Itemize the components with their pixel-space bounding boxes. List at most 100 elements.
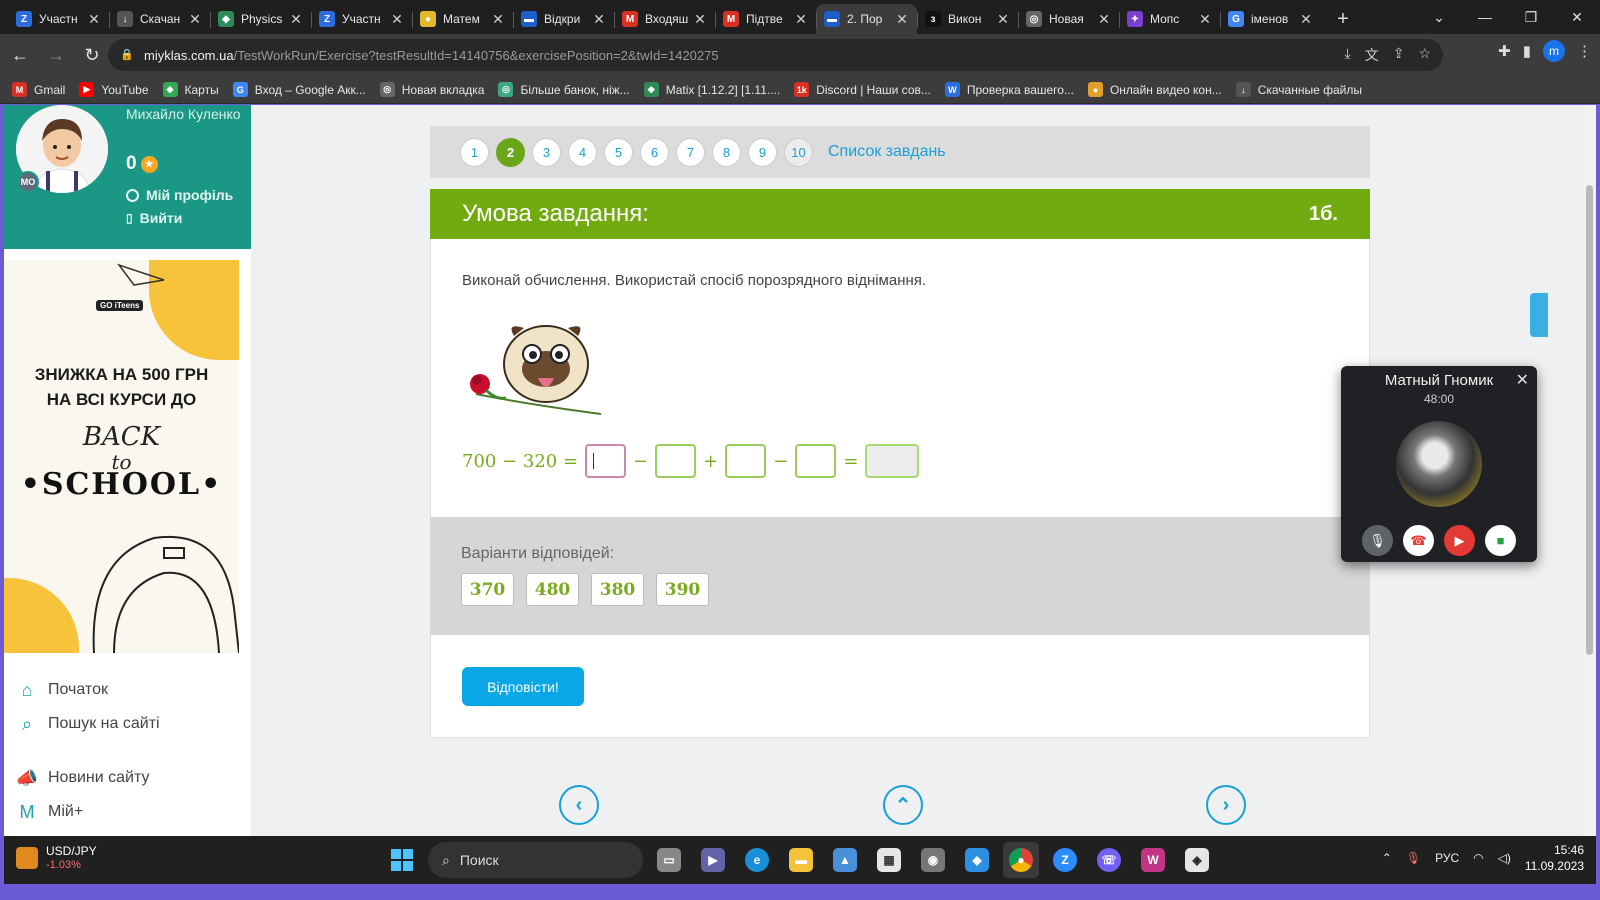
bookmark-item[interactable]: ▶ YouTube — [79, 82, 149, 97]
taskbar-search[interactable]: ⌕ Поиск — [428, 842, 643, 878]
browser-tab[interactable]: з Викон ✕ — [917, 4, 1018, 34]
feedback-side-tab[interactable] — [1530, 293, 1548, 337]
profile-avatar[interactable]: m — [1543, 40, 1565, 62]
share-icon[interactable]: ⇪ — [1393, 45, 1405, 65]
sidenav-item[interactable]: ⌂ Початок — [16, 673, 160, 707]
tab-search-icon[interactable]: ⌄ — [1416, 0, 1462, 34]
browser-tab[interactable]: ✦ Мопс ✕ — [1119, 4, 1220, 34]
browser-tab[interactable]: ● Матем ✕ — [412, 4, 513, 34]
taskview-icon[interactable]: ▭ — [651, 842, 687, 878]
answer-box-4[interactable] — [795, 444, 837, 478]
bookmark-item[interactable]: ◆ Matix [1.12.2] [1.11.... — [643, 82, 780, 97]
sidenav-item[interactable]: 📣 Новини сайту — [16, 761, 160, 795]
page-number-button[interactable]: 9 — [748, 137, 777, 167]
answer-box-3[interactable] — [725, 444, 767, 478]
bookmark-item[interactable]: M Gmail — [12, 82, 65, 97]
translate-icon[interactable]: 文 — [1365, 45, 1379, 65]
page-number-button[interactable]: 4 — [568, 137, 597, 167]
page-number-button[interactable]: 5 — [604, 137, 633, 167]
browser-tab[interactable]: ▬ Відкри ✕ — [513, 4, 614, 34]
app-icon[interactable]: ◆ — [959, 842, 995, 878]
browser-tab[interactable]: M Підтве ✕ — [715, 4, 816, 34]
bookmark-item[interactable]: ● Онлайн видео кон... — [1087, 82, 1222, 97]
prev-task-button[interactable]: ‹ — [559, 785, 599, 825]
sidenav-item[interactable]: ⌕ Пошук на сайті — [16, 707, 160, 741]
tab-close-icon[interactable]: ✕ — [895, 11, 909, 28]
viber-icon[interactable]: ☏ — [1091, 842, 1127, 878]
bookmark-item[interactable]: ◎ Новая вкладка — [379, 82, 484, 97]
address-bar[interactable]: 🔒 miyklas.com.ua /TestWorkRun/Exercise?t… — [108, 39, 1443, 71]
close-window-icon[interactable]: ✕ — [1554, 0, 1600, 34]
tab-close-icon[interactable]: ✕ — [1299, 11, 1313, 28]
answer-option-chip[interactable]: 380 — [591, 573, 644, 606]
page-scrollbar[interactable] — [1583, 105, 1596, 852]
browser-tab[interactable]: ▬ 2. Пор ✕ — [816, 4, 917, 34]
answer-box-1[interactable] — [585, 444, 627, 478]
browser-tab[interactable]: ↓ Скачан ✕ — [109, 4, 210, 34]
zoom-icon[interactable]: Z — [1047, 842, 1083, 878]
promo-banner[interactable]: GO iTeens ЗНИЖКА НА 500 ГРН НА ВСІ КУРСИ… — [4, 260, 239, 653]
tab-close-icon[interactable]: ✕ — [996, 11, 1010, 28]
browser-tab[interactable]: Z Участн ✕ — [311, 4, 412, 34]
bookmark-item[interactable]: ◎ Більше банок, ніж... — [498, 82, 630, 97]
photos-icon[interactable]: ▲ — [827, 842, 863, 878]
scroll-top-button[interactable]: ⌃ — [883, 785, 923, 825]
answer-box-2[interactable] — [655, 444, 697, 478]
sidenav-item[interactable]: М Мій+ — [16, 795, 160, 829]
roblox-icon[interactable]: ◈ — [1179, 842, 1215, 878]
scrollbar-thumb[interactable] — [1586, 185, 1593, 655]
logout-link[interactable]: ▯ Вийти — [126, 210, 182, 226]
page-number-button[interactable]: 3 — [532, 137, 561, 167]
bookmark-item[interactable]: ↓ Скачанные файлы — [1235, 82, 1362, 97]
page-number-button[interactable]: 2 — [496, 137, 525, 167]
store-icon[interactable]: ▦ — [871, 842, 907, 878]
browser-tab[interactable]: M Входяш ✕ — [614, 4, 715, 34]
bookmark-item[interactable]: 1k Discord | Наши сов... — [794, 82, 931, 97]
hang-up-icon[interactable]: ☎ — [1403, 525, 1434, 556]
reload-icon[interactable]: ↻ — [76, 39, 108, 71]
tab-close-icon[interactable]: ✕ — [289, 11, 303, 28]
new-tab-button[interactable]: + — [1327, 4, 1359, 34]
back-icon[interactable]: ← — [4, 39, 36, 71]
answer-option-chip[interactable]: 370 — [461, 573, 514, 606]
answer-box-result[interactable] — [865, 444, 920, 478]
chevron-up-icon[interactable]: ⌃ — [1382, 851, 1392, 865]
extensions-icon[interactable]: ✚ — [1498, 42, 1511, 60]
language-indicator[interactable]: РУС — [1435, 851, 1459, 865]
page-number-button[interactable]: 8 — [712, 137, 741, 167]
restore-icon[interactable]: ❐ — [1508, 0, 1554, 34]
microphone-icon[interactable]: 🎙 — [1362, 525, 1393, 556]
camera-off-icon[interactable]: ▶ — [1444, 525, 1475, 556]
task-list-link[interactable]: Список завдань — [828, 143, 946, 161]
answer-option-chip[interactable]: 480 — [526, 573, 579, 606]
page-number-button[interactable]: 1 — [460, 137, 489, 167]
camera-icon[interactable]: ◉ — [915, 842, 951, 878]
tab-close-icon[interactable]: ✕ — [1097, 11, 1111, 28]
browser-tab[interactable]: Gіменов ✕ — [1220, 4, 1321, 34]
tab-close-icon[interactable]: ✕ — [188, 11, 202, 28]
app-icon[interactable]: W — [1135, 842, 1171, 878]
tab-close-icon[interactable]: ✕ — [1198, 11, 1212, 28]
chrome-icon[interactable]: ● — [1003, 842, 1039, 878]
submit-answer-button[interactable]: Відповісти! — [462, 667, 584, 706]
side-panel-icon[interactable]: ▮ — [1523, 42, 1531, 60]
start-button[interactable] — [384, 842, 420, 878]
tab-close-icon[interactable]: ✕ — [693, 11, 707, 28]
page-number-button[interactable]: 10 — [784, 137, 813, 167]
file-explorer-icon[interactable]: ▬ — [783, 842, 819, 878]
answer-option-chip[interactable]: 390 — [656, 573, 709, 606]
browser-tab[interactable]: Z Участн ✕ — [8, 4, 109, 34]
install-icon[interactable]: ⤓ — [1345, 45, 1351, 65]
edge-icon[interactable]: e — [739, 842, 775, 878]
tab-close-icon[interactable]: ✕ — [87, 11, 101, 28]
menu-icon[interactable]: ⋮ — [1577, 42, 1592, 60]
browser-tab[interactable]: ◎ Новая ✕ — [1018, 4, 1119, 34]
forward-icon[interactable]: → — [40, 39, 72, 71]
stock-widget[interactable]: USD/JPY -1.03% — [16, 844, 97, 871]
page-number-button[interactable]: 6 — [640, 137, 669, 167]
minimize-icon[interactable]: — — [1462, 0, 1508, 34]
tab-close-icon[interactable]: ✕ — [491, 11, 505, 28]
screen-share-icon[interactable]: ■ — [1485, 525, 1516, 556]
volume-icon[interactable]: ◁) — [1498, 851, 1511, 865]
browser-tab[interactable]: ◆ Physics ✕ — [210, 4, 311, 34]
